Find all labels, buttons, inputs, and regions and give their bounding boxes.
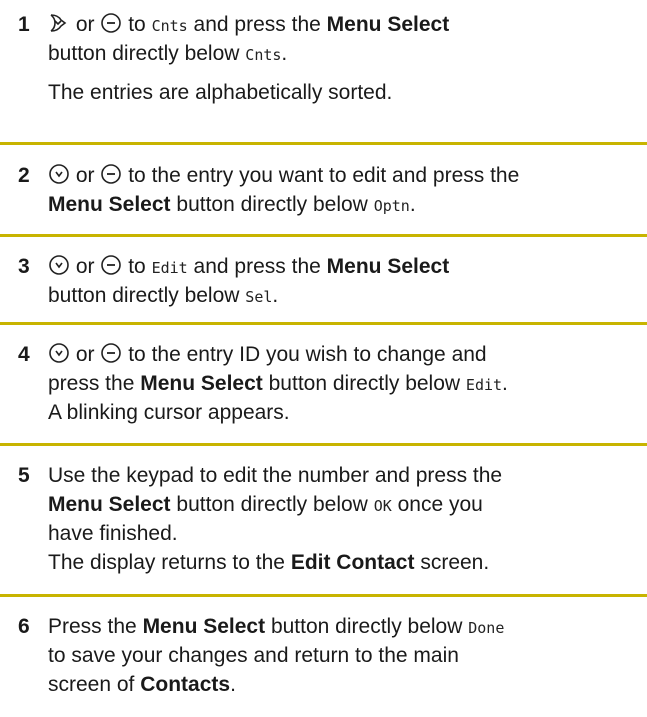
scroll-up-icon bbox=[100, 11, 122, 35]
scroll-up-icon bbox=[100, 162, 122, 186]
step-text: Press the Menu Select button directly be… bbox=[48, 615, 505, 696]
scroll-up-icon bbox=[100, 253, 122, 277]
separator bbox=[0, 142, 647, 145]
step-text: or to the entry you want to edit and pre… bbox=[48, 162, 520, 216]
step-number: 4 bbox=[18, 343, 30, 366]
scroll-down-icon bbox=[48, 11, 70, 35]
separator bbox=[0, 322, 647, 325]
step-number: 6 bbox=[18, 615, 30, 638]
step-number: 5 bbox=[18, 464, 30, 487]
step-text: Use the keypad to edit the number and pr… bbox=[48, 464, 503, 574]
scroll-up-icon bbox=[100, 341, 122, 365]
step-text: or to the entry ID you wish to change an… bbox=[48, 341, 508, 424]
step-text: or to Cnts and press the Menu Select but… bbox=[48, 10, 641, 107]
step-number: 2 bbox=[18, 164, 30, 187]
separator bbox=[0, 443, 647, 446]
scroll-down-icon bbox=[48, 341, 70, 365]
step-text: or to Edit and press the Menu Select but… bbox=[48, 253, 450, 307]
scroll-down-icon bbox=[48, 253, 70, 277]
step-number: 1 bbox=[18, 13, 30, 36]
separator bbox=[0, 594, 647, 597]
separator bbox=[0, 234, 647, 237]
scroll-down-icon bbox=[48, 162, 70, 186]
step-note: The entries are alphabetically sorted. bbox=[48, 81, 393, 104]
step-number: 3 bbox=[18, 255, 30, 278]
